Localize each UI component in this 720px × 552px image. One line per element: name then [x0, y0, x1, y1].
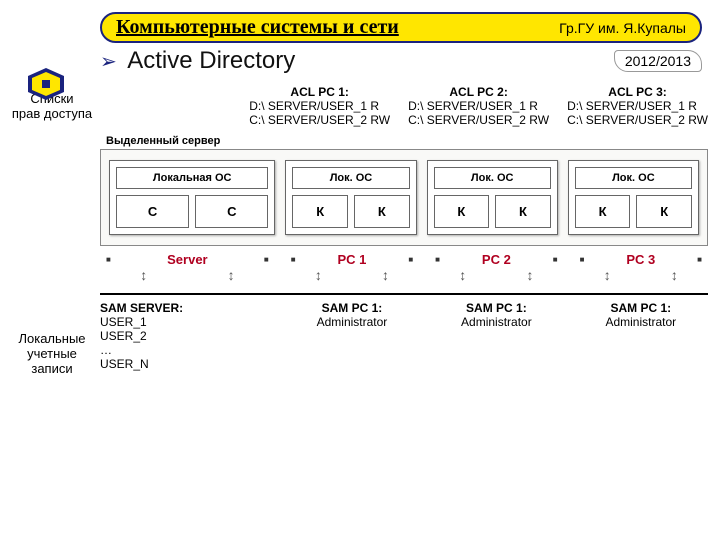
acl-row: ACL PC 1: D:\ SERVER/USER_1 R C:\ SERVER… — [100, 85, 708, 127]
updown-arrow-icon: ↕ — [315, 267, 322, 283]
sam-pc1: SAM PC 1: Administrator — [285, 301, 419, 371]
disk-icon: К — [495, 195, 551, 228]
disk-icon: C — [195, 195, 268, 228]
sam-section-label: Локальные учетные записи — [10, 331, 94, 376]
updown-arrow-icon: ↕ — [671, 267, 678, 283]
disk-icon: C — [116, 195, 189, 228]
updown-arrow-icon: ↕ — [382, 267, 389, 283]
pc-label: PC 3 — [574, 252, 708, 267]
disk-icon: К — [434, 195, 490, 228]
disk-icon: К — [354, 195, 410, 228]
acl-pc1: ACL PC 1: D:\ SERVER/USER_1 R C:\ SERVER… — [249, 85, 390, 127]
acl-pc3: ACL PC 3: D:\ SERVER/USER_1 R C:\ SERVER… — [567, 85, 708, 127]
disk-icon: К — [636, 195, 692, 228]
disk-icon: К — [575, 195, 631, 228]
node-labels: Server PC 1 PC 2 PC 3 — [100, 252, 708, 267]
page-title: Компьютерные системы и сети — [116, 16, 559, 39]
disk-icon: К — [292, 195, 348, 228]
server-caption: Выделенный сервер — [106, 135, 708, 147]
year-badge: 2012/2013 — [614, 50, 702, 72]
connector-arrows: ↕ ↕ ↕ ↕ ↕ ↕ ↕ ↕ — [100, 267, 708, 283]
pc-node: Лок. ОС К К — [285, 160, 416, 235]
sam-pc3: SAM PC 1: Administrator — [574, 301, 708, 371]
pc-label: PC 2 — [429, 252, 563, 267]
updown-arrow-icon: ↕ — [526, 267, 533, 283]
left-labels: Списки прав доступа Локальные учетные за… — [0, 85, 100, 376]
updown-arrow-icon: ↕ — [140, 267, 147, 283]
updown-arrow-icon: ↕ — [604, 267, 611, 283]
updown-arrow-icon: ↕ — [459, 267, 466, 283]
server-label: Server — [100, 252, 275, 267]
org-name: Гр.ГУ им. Я.Купалы — [559, 20, 686, 36]
university-crest-icon — [28, 68, 64, 100]
bullet-arrow-icon: ➢ — [100, 51, 117, 73]
sam-row: SAM SERVER: USER_1 USER_2 … USER_N SAM P… — [100, 301, 708, 371]
divider — [100, 293, 708, 295]
title-bar: Компьютерные системы и сети Гр.ГУ им. Я.… — [100, 12, 702, 43]
pc-label: PC 1 — [285, 252, 419, 267]
pc-node: Лок. ОС К К — [427, 160, 558, 235]
network-diagram: Локальная ОС C C Лок. ОС К К Лок. ОС К К — [100, 149, 708, 246]
sam-server: SAM SERVER: USER_1 USER_2 … USER_N — [100, 301, 275, 371]
pc-node: Лок. ОС К К — [568, 160, 699, 235]
section-row: ➢ Active Directory 2012/2013 — [100, 47, 702, 75]
server-node: Локальная ОС C C — [109, 160, 275, 235]
section-title: Active Directory — [127, 47, 295, 74]
sam-pc2: SAM PC 1: Administrator — [429, 301, 563, 371]
acl-pc2: ACL PC 2: D:\ SERVER/USER_1 R C:\ SERVER… — [408, 85, 549, 127]
updown-arrow-icon: ↕ — [228, 267, 235, 283]
